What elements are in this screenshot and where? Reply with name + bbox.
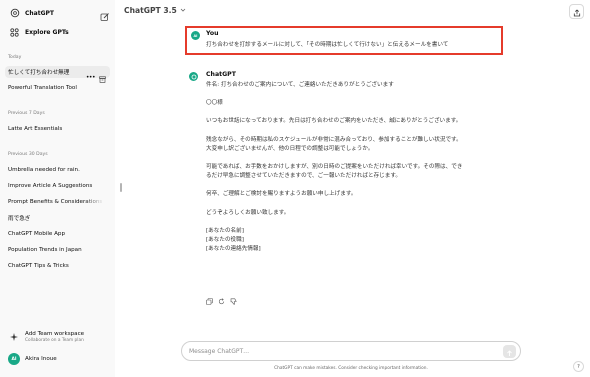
sidebar-collapse-handle[interactable] [120,183,122,192]
user-name: Akira Inoue [25,356,57,362]
model-label: ChatGPT 3.5 [124,6,177,15]
chat-item[interactable]: 雨で急ぎ [5,212,110,224]
chat-item-title: Latte Art Essentials [8,126,63,132]
avatar: AI [8,353,20,365]
chat-item[interactable]: Prompt Benefits & Considerations [5,196,110,208]
openai-logo-icon [9,8,20,19]
user-message-avatar: AI [191,31,200,40]
chat-item-title: ChatGPT Tips & Tricks [8,263,69,269]
message-composer [181,341,521,361]
chat-item[interactable]: Latte Art Essentials [5,123,110,135]
explore-label: Explore GPTs [25,28,69,36]
chatgpt-avatar-icon [189,72,198,81]
message-input[interactable] [189,347,489,355]
chat-item[interactable]: Umbrella needed for rain. [5,164,110,176]
chevron-down-icon [180,6,186,15]
help-button[interactable]: ? [573,361,584,372]
group-heading-previous-30-days: Previous 30 Days [8,152,48,157]
thumbs-down-icon[interactable] [230,290,237,309]
chat-item-title: Powerful Translation Tool [8,85,77,91]
chat-item-title: 雨で急ぎ [8,216,31,222]
chat-item[interactable]: ChatGPT Tips & Tricks [5,260,110,272]
group-heading-today: Today [8,55,22,60]
add-team-workspace-button[interactable]: Add Team workspace Collaborate on a Team… [5,328,110,346]
message-paragraph: いつもお世話になっております。先日は打ち合わせのご案内をいただき、誠にありがとう… [206,118,462,125]
message-paragraph: 件名: 打ち合わせのご案内について、ご連絡いただきありがとうございます [206,82,394,88]
user-message-text: 打ち合わせを打診するメールに対して、「その時期は忙しくて行けない」と伝えるメール… [206,42,449,48]
copy-icon[interactable] [206,290,213,309]
message-paragraph: 〇〇様 [206,100,223,107]
group-heading-previous-7-days: Previous 7 Days [8,111,45,116]
assistant-speaker-label: ChatGPT [206,71,236,78]
chat-item[interactable]: Improve Article A Suggestions [5,180,110,192]
explore-gpts-link[interactable]: Explore GPTs [5,25,110,39]
chat-item[interactable]: Powerful Translation Tool [5,82,110,94]
chat-item-title: Umbrella needed for rain. [8,167,80,173]
chat-item[interactable]: ChatGPT Mobile App [5,228,110,240]
chat-item-title: ChatGPT Mobile App [8,231,66,237]
main-panel: ChatGPT 3.5 AI You 打ち合わせを打診するメールに対して、「その… [115,0,590,377]
sparkle-icon [8,331,20,343]
team-title: Add Team workspace [25,331,85,337]
chat-item-title: Prompt Benefits & Considerations [8,199,103,205]
message-paragraph: [あなたの名前] [あなたの役職] [あなたの連絡先情報] [206,227,261,253]
user-speaker-label: You [206,30,219,37]
brand-label: ChatGPT [25,9,55,17]
message-paragraph: 可能であれば、お手数をおかけしますが、別の日時のご提案をいただければ幸いです。そ… [206,164,463,180]
message-actions [206,290,237,309]
share-icon [573,2,581,21]
assistant-message-body: 件名: 打ち合わせのご案内について、ご連絡いただきありがとうございます 〇〇様 … [206,81,521,254]
regenerate-icon[interactable] [218,290,225,309]
chat-item-title: 忙しくて打ち合わせ無理 [8,70,70,76]
arrow-up-icon [506,342,513,361]
more-options-icon[interactable]: ••• [86,74,96,81]
sidebar: ChatGPT Explore GPTs Today 忙しくて打ち合わせ無理 •… [0,0,115,377]
chat-item[interactable]: Population Trends in Japan [5,244,110,256]
grid-icon [9,27,20,38]
message-paragraph: 残念ながら、その時期は私のスケジュールが非常に混み合っており、参加することが難し… [206,136,462,152]
send-button[interactable] [503,345,516,358]
message-paragraph: 何卒、ご理解とご検討を賜りますようお願い申し上げます。 [206,191,357,198]
new-chat-icon[interactable] [100,7,110,21]
share-button[interactable] [569,4,584,19]
model-selector[interactable]: ChatGPT 3.5 [124,6,186,15]
chatgpt-home-link[interactable]: ChatGPT [5,6,110,20]
chat-item-title: Population Trends in Japan [8,247,82,253]
user-menu[interactable]: AI Akira Inoue [5,352,110,366]
team-subtitle: Collaborate on a Team plan [25,338,84,343]
disclaimer-text: ChatGPT can make mistakes. Consider chec… [274,366,428,371]
chat-item-active[interactable]: 忙しくて打ち合わせ無理 ••• [5,66,110,83]
chat-item-title: Improve Article A Suggestions [8,183,93,189]
message-paragraph: どうぞよろしくお願い致します。 [206,209,290,216]
user-message: AI You 打ち合わせを打診するメールに対して、「その時期は忙しくて行けない」… [185,26,503,55]
